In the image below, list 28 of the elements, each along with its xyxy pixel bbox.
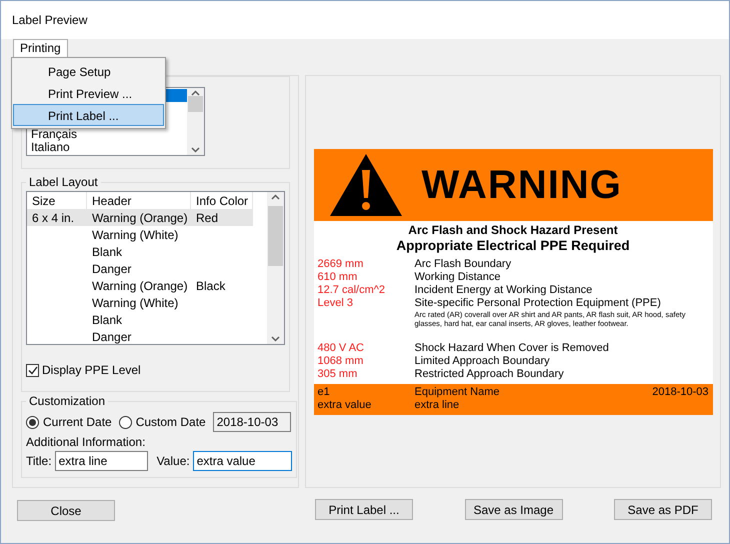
hazard-text: Arc Flash Boundary: [414, 258, 512, 270]
hazard-value: 305 mm: [318, 368, 358, 382]
group-title: Customization: [28, 394, 106, 408]
label-date: 2018-10-03: [652, 386, 708, 399]
hazard-text: Restricted Approach Boundary: [414, 368, 565, 382]
group-title: Label Layout: [28, 175, 99, 189]
label-header: WARNING: [422, 162, 622, 208]
equipment-id: e1: [318, 386, 331, 399]
field-label: Title:: [26, 454, 52, 468]
equipment-name: Equipment Name: [414, 386, 500, 399]
hazard-value: 2669 mm: [318, 258, 364, 272]
hazard-text: Site-specific Personal Protection Equipment (PPE): [414, 297, 661, 310]
hazard-value: 1068 mm: [318, 355, 364, 368]
hazard-value: Level 3: [318, 297, 354, 312]
hazard-value: 610 mm: [318, 271, 358, 284]
extra-line: extra line: [414, 399, 460, 412]
label-subtitle: Arc Flash and Shock Hazard Present: [407, 224, 619, 238]
hazard-text: Working Distance: [414, 271, 500, 284]
label-subtitle: Appropriate Electrical PPE Required: [395, 238, 631, 254]
hazard-text: Limited Approach Boundary: [414, 355, 551, 368]
hazard-text: Incident Energy at Working Distance: [414, 284, 592, 296]
field-label: Value:: [156, 454, 190, 468]
field-label: Additional Information:: [26, 435, 146, 449]
hazard-value: 12.7 cal/cm^2: [318, 284, 386, 298]
hazard-text: Shock Hazard When Cover is Removed: [414, 342, 610, 356]
window-title: Label Preview: [12, 13, 88, 27]
extra-value: extra value: [318, 399, 372, 412]
hazard-value: 480 V AC: [318, 342, 365, 356]
